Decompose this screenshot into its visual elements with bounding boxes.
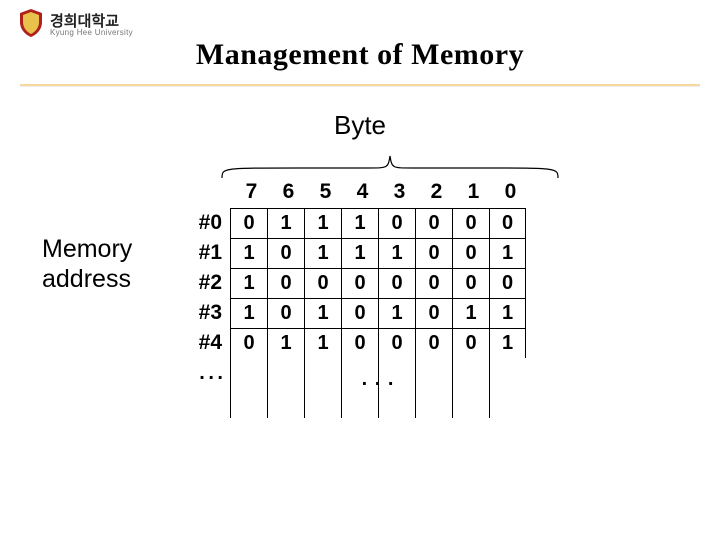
bit-column-headers: 7 6 5 4 3 2 1 0 (233, 180, 529, 204)
bit-cell: 1 (304, 298, 341, 328)
byte-label: Byte (0, 110, 720, 141)
bit-cell: 0 (415, 298, 452, 328)
memory-cells: 0 1 1 1 0 0 0 0 1 0 1 1 1 0 0 1 1 0 (230, 208, 526, 418)
row-address-labels: #0 #1 #2 #3 #4 . . . (170, 208, 230, 418)
bit-cell: 1 (489, 298, 526, 328)
bit-cell: 0 (378, 328, 415, 358)
table-row: 1 0 0 0 0 0 0 0 (230, 268, 526, 298)
bit-cell: 0 (378, 208, 415, 238)
logo-text: 경희대학교 Kyung Hee University (50, 14, 133, 37)
bit-col-2: 2 (418, 180, 455, 204)
page-title: Management of Memory (0, 38, 720, 72)
bit-cell: 1 (267, 328, 304, 358)
bit-cell: 0 (341, 298, 378, 328)
logo-english: Kyung Hee University (50, 29, 133, 37)
bit-cell: 0 (452, 328, 489, 358)
logo-korean: 경희대학교 (50, 14, 133, 29)
bit-cell: 0 (452, 208, 489, 238)
continuation-columns: . . . (230, 358, 526, 418)
bit-cell: 1 (452, 298, 489, 328)
bit-cell: 1 (230, 298, 267, 328)
bit-cell: 1 (378, 238, 415, 268)
row-label-3: #3 (170, 298, 222, 328)
bit-cell: 1 (304, 208, 341, 238)
bit-cell: 0 (230, 208, 267, 238)
row-label-ellipsis: . . . (170, 358, 222, 388)
row-label-4: #4 (170, 328, 222, 358)
bit-cell: 0 (341, 268, 378, 298)
table-row: 0 1 1 1 0 0 0 0 (230, 208, 526, 238)
bit-cell: 0 (267, 238, 304, 268)
bit-cell: 0 (489, 208, 526, 238)
bit-col-1: 1 (455, 180, 492, 204)
bit-cell: 0 (452, 268, 489, 298)
bit-col-3: 3 (381, 180, 418, 204)
title-underline (20, 84, 700, 87)
bit-cell: 1 (304, 328, 341, 358)
bit-cell: 1 (341, 238, 378, 268)
row-label-2: #2 (170, 268, 222, 298)
cell-ellipsis: . . . (230, 368, 526, 391)
bit-col-6: 6 (270, 180, 307, 204)
bit-cell: 1 (230, 268, 267, 298)
memory-byte-diagram: 7 6 5 4 3 2 1 0 #0 #1 #2 #3 #4 . . . 0 1… (170, 150, 529, 418)
bit-col-7: 7 (233, 180, 270, 204)
row-label-1: #1 (170, 238, 222, 268)
table-row: 1 0 1 0 1 0 1 1 (230, 298, 526, 328)
memory-address-label: Memory address (42, 234, 132, 294)
bit-cell: 0 (341, 328, 378, 358)
bit-cell: 0 (267, 298, 304, 328)
table-row: 1 0 1 1 1 0 0 1 (230, 238, 526, 268)
bit-cell: 1 (341, 208, 378, 238)
bit-col-4: 4 (344, 180, 381, 204)
bit-cell: 1 (378, 298, 415, 328)
bit-cell: 1 (489, 238, 526, 268)
bit-cell: 0 (415, 328, 452, 358)
bit-cell: 0 (267, 268, 304, 298)
bit-cell: 0 (415, 208, 452, 238)
bit-cell: 1 (304, 238, 341, 268)
bit-cell: 0 (415, 268, 452, 298)
bit-cell: 0 (378, 268, 415, 298)
bit-cell: 1 (230, 238, 267, 268)
bit-col-0: 0 (492, 180, 529, 204)
bit-cell: 0 (230, 328, 267, 358)
bit-cell: 0 (489, 268, 526, 298)
bit-cell: 0 (452, 238, 489, 268)
bit-col-5: 5 (307, 180, 344, 204)
bit-cell: 0 (304, 268, 341, 298)
bit-cell: 0 (415, 238, 452, 268)
bit-cell: 1 (489, 328, 526, 358)
bit-cell: 1 (267, 208, 304, 238)
row-label-0: #0 (170, 208, 222, 238)
table-row: 0 1 1 0 0 0 0 1 (230, 328, 526, 358)
brace-icon (218, 150, 578, 182)
